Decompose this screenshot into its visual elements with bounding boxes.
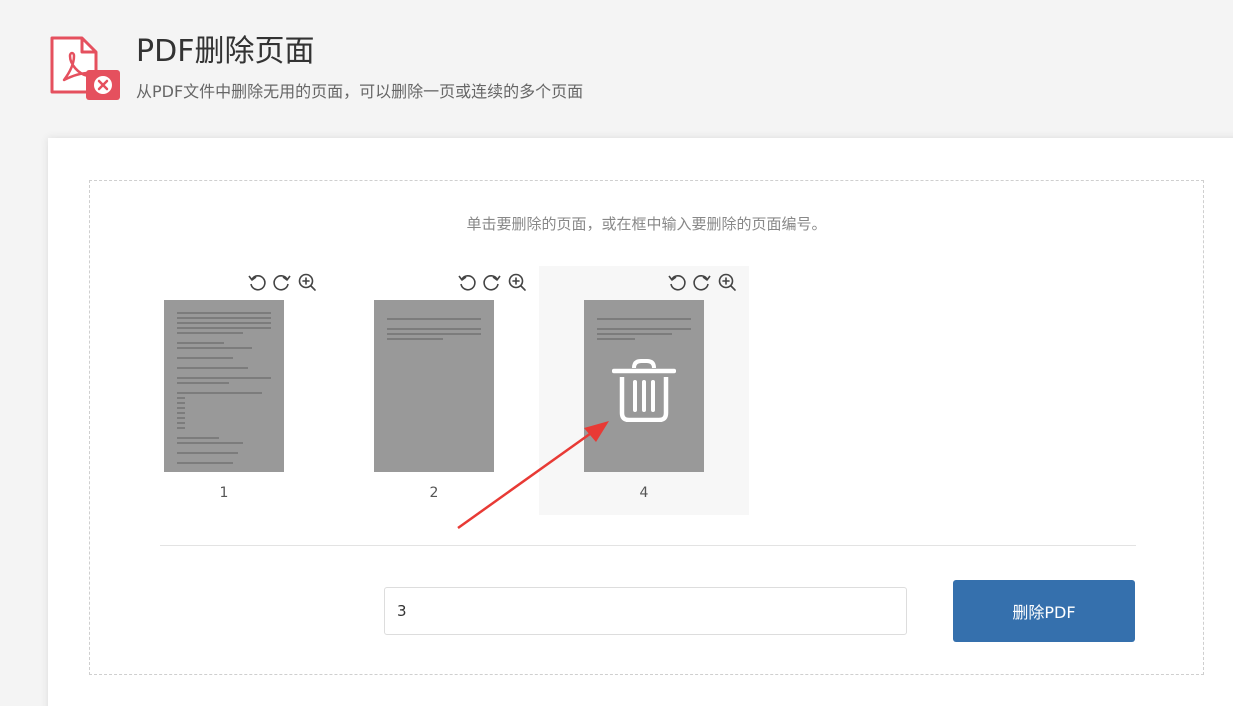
instruction-text: 单击要删除的页面，或在框中输入要删除的页面编号。: [466, 215, 827, 233]
page-number-label: 2: [429, 485, 439, 501]
zoom-in-icon[interactable]: [507, 272, 527, 292]
delete-pdf-button[interactable]: 删除PDF: [953, 580, 1135, 642]
page-thumbnail-selected[interactable]: 4: [539, 266, 749, 515]
page-number-label: 1: [219, 485, 229, 501]
page-thumbnail[interactable]: 1: [119, 266, 329, 515]
thumbnail-toolbar: [667, 272, 737, 292]
rotate-left-icon[interactable]: [457, 272, 477, 292]
pdf-delete-icon: [50, 36, 120, 100]
zoom-in-icon[interactable]: [717, 272, 737, 292]
rotate-right-icon[interactable]: [482, 272, 502, 292]
page: PDF删除页面 从PDF文件中删除无用的页面，可以删除一页或连续的多个页面 单击…: [0, 0, 1233, 706]
page-title: PDF删除页面: [136, 34, 315, 69]
page-preview-image[interactable]: [374, 300, 494, 472]
page-subtitle: 从PDF文件中删除无用的页面，可以删除一页或连续的多个页面: [136, 82, 584, 101]
rotate-left-icon[interactable]: [667, 272, 687, 292]
thumbnail-toolbar: [247, 272, 317, 292]
page-preview-image[interactable]: [584, 300, 704, 472]
page-number-label: 4: [639, 485, 649, 501]
trash-icon[interactable]: [612, 358, 676, 422]
zoom-in-icon[interactable]: [297, 272, 317, 292]
thumbnail-toolbar: [457, 272, 527, 292]
divider: [160, 545, 1136, 546]
rotate-right-icon[interactable]: [272, 272, 292, 292]
page-numbers-input[interactable]: [384, 587, 907, 635]
rotate-left-icon[interactable]: [247, 272, 267, 292]
rotate-right-icon[interactable]: [692, 272, 712, 292]
page-thumbnail[interactable]: 2: [329, 266, 539, 515]
page-preview-image[interactable]: [164, 300, 284, 472]
